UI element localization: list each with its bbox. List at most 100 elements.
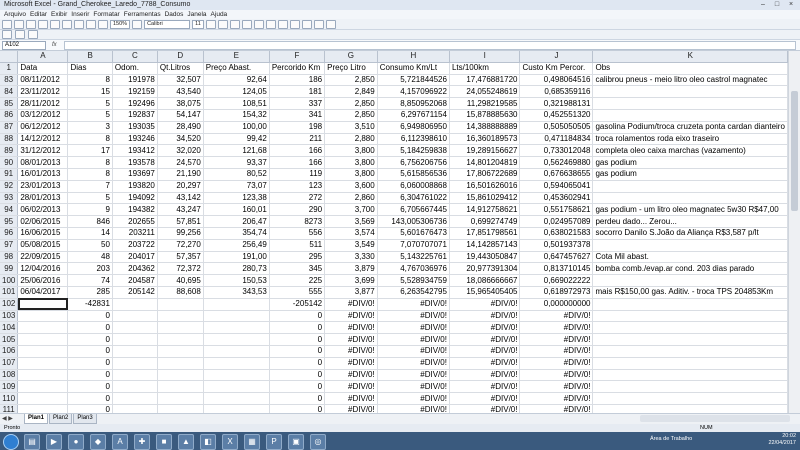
- cell[interactable]: 0,501937378: [519, 239, 594, 252]
- cell[interactable]: [592, 310, 788, 323]
- menu-exibir[interactable]: Exibir: [49, 10, 69, 19]
- cell[interactable]: 17,851798561: [449, 227, 521, 240]
- cell[interactable]: 43,247: [157, 203, 204, 217]
- cell[interactable]: 192837: [112, 109, 158, 122]
- cell[interactable]: 0,669022222: [519, 274, 594, 287]
- header-cell-preco-abast[interactable]: Preço Abast.: [203, 62, 270, 75]
- cell[interactable]: 0,618972973: [519, 286, 594, 299]
- cell[interactable]: 3,574: [324, 227, 378, 240]
- cell[interactable]: 193035: [112, 121, 158, 134]
- column-header-i[interactable]: I: [449, 51, 521, 63]
- cell[interactable]: #DIV/0!: [377, 321, 450, 335]
- cell[interactable]: [157, 380, 204, 394]
- cell[interactable]: [157, 357, 204, 370]
- cell[interactable]: 0,676638655: [519, 168, 594, 181]
- cell[interactable]: 193697: [112, 168, 158, 181]
- cell[interactable]: 17,476881720: [449, 74, 521, 87]
- cell[interactable]: 3,330: [324, 251, 378, 264]
- cell[interactable]: socorro Danilo S.João da Aliança R$3,587…: [592, 227, 788, 240]
- pdf-icon[interactable]: P: [266, 434, 282, 450]
- cell[interactable]: [592, 392, 788, 405]
- cell[interactable]: #DIV/0!: [449, 333, 521, 346]
- header-cell-custo-km[interactable]: Custo Km Percor.: [519, 62, 594, 75]
- save-icon[interactable]: [26, 19, 36, 29]
- cell[interactable]: [157, 321, 204, 335]
- cell[interactable]: 0,505050505: [519, 121, 594, 134]
- cell[interactable]: 123: [269, 180, 326, 193]
- cell[interactable]: 9: [67, 203, 113, 217]
- cell[interactable]: 72,372: [157, 262, 204, 276]
- cell[interactable]: 5,184259838: [377, 144, 450, 158]
- cell[interactable]: 14,142857143: [449, 239, 521, 252]
- row-header[interactable]: 111: [0, 404, 19, 413]
- paste-icon[interactable]: [74, 19, 84, 29]
- cell[interactable]: [203, 321, 270, 335]
- cell[interactable]: 6,705667445: [377, 203, 450, 217]
- cell[interactable]: troca rolamentos roda eixo traseiro: [592, 133, 788, 146]
- cell[interactable]: 5,143225761: [377, 251, 450, 264]
- cell[interactable]: #DIV/0!: [519, 345, 594, 358]
- cell[interactable]: #DIV/0!: [519, 333, 594, 346]
- cell[interactable]: 6,112398610: [377, 133, 450, 146]
- cell[interactable]: 186: [269, 74, 326, 87]
- cell[interactable]: #DIV/0!: [377, 357, 450, 370]
- cell[interactable]: 73,07: [203, 180, 270, 193]
- cell[interactable]: [157, 345, 204, 358]
- cell[interactable]: [592, 274, 788, 287]
- underline-icon[interactable]: [229, 19, 240, 29]
- cell[interactable]: 3,800: [324, 168, 378, 181]
- cell[interactable]: 337: [269, 97, 326, 110]
- open-icon[interactable]: [14, 19, 24, 29]
- record-icon[interactable]: [2, 30, 12, 39]
- cell[interactable]: -205142: [269, 298, 326, 311]
- cell[interactable]: [592, 97, 788, 110]
- cell[interactable]: #DIV/0!: [324, 392, 378, 405]
- cell[interactable]: 6,297671154: [377, 109, 450, 122]
- cell[interactable]: [17, 298, 69, 311]
- cell[interactable]: 18,086666667: [449, 274, 521, 287]
- cell[interactable]: 256,49: [203, 239, 270, 252]
- cell[interactable]: 5,721844526: [377, 74, 450, 87]
- cell[interactable]: 16,360189573: [449, 133, 521, 146]
- cell[interactable]: 203722: [112, 239, 158, 252]
- autocad-icon[interactable]: A: [112, 434, 128, 450]
- cell[interactable]: 0: [269, 369, 326, 382]
- cell[interactable]: 194382: [112, 203, 158, 217]
- print-icon[interactable]: [38, 19, 48, 29]
- cell[interactable]: #DIV/0!: [324, 333, 378, 346]
- cell[interactable]: 15,965405405: [449, 286, 521, 299]
- cell[interactable]: 80,52: [203, 168, 270, 181]
- cell[interactable]: 193820: [112, 180, 158, 193]
- cell[interactable]: 0,594065041: [519, 180, 594, 193]
- cell[interactable]: 193412: [112, 144, 158, 158]
- row-header[interactable]: 101: [0, 286, 19, 299]
- cell[interactable]: 0: [67, 310, 113, 323]
- cell[interactable]: 154,32: [203, 109, 270, 122]
- header-cell-preco-litro[interactable]: Preço Litro: [324, 62, 378, 75]
- cell[interactable]: 198: [269, 121, 326, 134]
- cell[interactable]: 32,507: [157, 74, 204, 87]
- cell[interactable]: 99,256: [157, 227, 204, 240]
- header-cell-qt-litros[interactable]: Qt.Litros: [157, 62, 204, 75]
- cell[interactable]: 0: [67, 404, 113, 413]
- cell[interactable]: 0,498064516: [519, 74, 594, 87]
- cell[interactable]: 15: [67, 85, 113, 99]
- excel-icon[interactable]: X: [222, 434, 238, 450]
- cell[interactable]: 0: [67, 333, 113, 346]
- cell[interactable]: 14: [67, 227, 113, 240]
- cell[interactable]: 17,806722689: [449, 168, 521, 181]
- row-header[interactable]: 102: [0, 298, 19, 311]
- row-header[interactable]: 105: [0, 333, 19, 346]
- row-header[interactable]: 97: [0, 239, 19, 252]
- menu-janela[interactable]: Janela: [185, 10, 208, 19]
- cell[interactable]: 40,695: [157, 274, 204, 287]
- cell[interactable]: 6,263542795: [377, 286, 450, 299]
- cell[interactable]: 2,850: [324, 74, 378, 87]
- sum-icon[interactable]: [98, 19, 108, 29]
- cell[interactable]: 202655: [112, 215, 158, 228]
- cell[interactable]: 0: [67, 369, 113, 382]
- cell[interactable]: 5,615856536: [377, 168, 450, 181]
- cell[interactable]: 17: [67, 144, 113, 158]
- bold-icon[interactable]: [205, 19, 216, 29]
- menu-arquivo[interactable]: Arquivo: [2, 10, 28, 19]
